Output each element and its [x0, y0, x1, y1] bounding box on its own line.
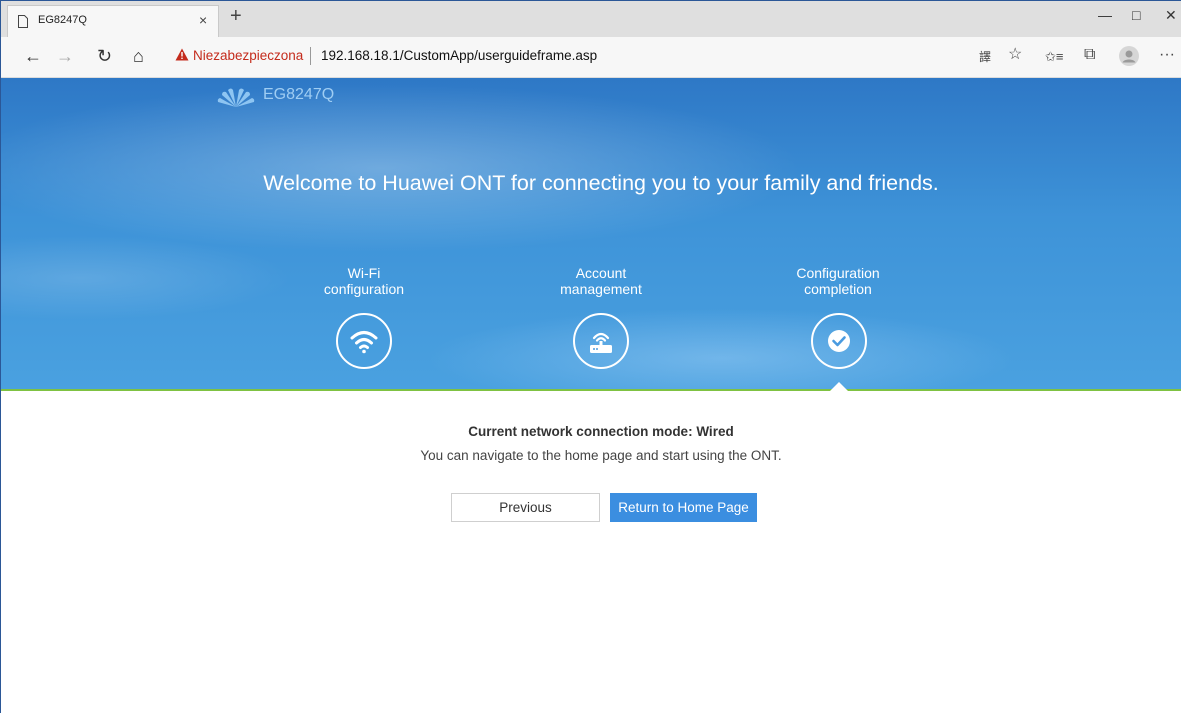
completion-step-circle[interactable]	[811, 313, 867, 369]
more-menu-icon[interactable]: ···	[1159, 47, 1175, 63]
previous-button[interactable]: Previous	[451, 493, 600, 522]
maximize-button[interactable]: □	[1132, 7, 1140, 23]
wifi-step-circle[interactable]	[336, 313, 392, 369]
step-configuration-completion: Configuration completion	[758, 265, 918, 297]
step-label: configuration	[323, 281, 405, 297]
info-text: You can navigate to the home page and st…	[420, 448, 782, 463]
warning-icon	[175, 48, 189, 61]
hero-banner: EG8247Q Welcome to Huawei ONT for connec…	[1, 78, 1181, 390]
minimize-button[interactable]: —	[1098, 7, 1112, 23]
progress-line	[1, 389, 1181, 391]
security-warning[interactable]: Niezabezpieczona	[193, 48, 303, 63]
refresh-button[interactable]: ↻	[97, 47, 112, 65]
step-label: completion	[804, 281, 872, 297]
address-separator	[310, 47, 311, 65]
translate-icon[interactable]: 譯	[979, 49, 991, 65]
favorites-list-icon[interactable]: ✩≡	[1045, 49, 1063, 65]
step-label: Account	[575, 265, 627, 281]
back-button[interactable]: ←	[24, 47, 42, 65]
step-label: Configuration	[796, 265, 880, 281]
home-button[interactable]: ⌂	[133, 47, 144, 65]
tab-title: EG8247Q	[38, 14, 87, 26]
favorite-icon[interactable]: ☆	[1008, 47, 1022, 63]
huawei-logo-icon	[217, 88, 255, 107]
return-home-button[interactable]: Return to Home Page	[610, 493, 757, 522]
step-label: Wi-Fi	[347, 265, 381, 281]
profile-avatar-icon[interactable]	[1119, 46, 1139, 66]
step-label: management	[560, 281, 642, 297]
step-wifi-configuration: Wi-Fi configuration	[284, 265, 444, 297]
address-bar: ← → ↻ ⌂ Niezabezpieczona 192.168.18.1/Cu…	[1, 37, 1181, 78]
tab-close-icon[interactable]: ×	[199, 12, 207, 28]
account-step-circle[interactable]	[573, 313, 629, 369]
browser-tab[interactable]: EG8247Q ×	[7, 5, 219, 37]
page-icon	[18, 15, 28, 28]
url-text[interactable]: 192.168.18.1/CustomApp/userguideframe.as…	[321, 48, 597, 63]
close-window-button[interactable]: ✕	[1165, 7, 1177, 24]
collections-icon[interactable]: ⧉	[1084, 47, 1095, 63]
browser-window: EG8247Q × + — □ ✕ ← → ↻ ⌂ Niezabezpieczo…	[0, 0, 1181, 713]
welcome-heading: Welcome to Huawei ONT for connecting you…	[263, 171, 939, 195]
forward-button[interactable]: →	[56, 47, 74, 65]
active-step-pointer	[830, 382, 848, 391]
device-model: EG8247Q	[263, 86, 335, 103]
tab-bar: EG8247Q × + — □ ✕	[1, 1, 1181, 37]
new-tab-button[interactable]: +	[230, 6, 242, 26]
check-icon	[828, 330, 850, 352]
connection-mode-text: Current network connection mode: Wired	[468, 424, 734, 439]
step-account-management: Account management	[521, 265, 681, 297]
router-icon	[590, 332, 612, 353]
wifi-icon	[350, 331, 378, 354]
